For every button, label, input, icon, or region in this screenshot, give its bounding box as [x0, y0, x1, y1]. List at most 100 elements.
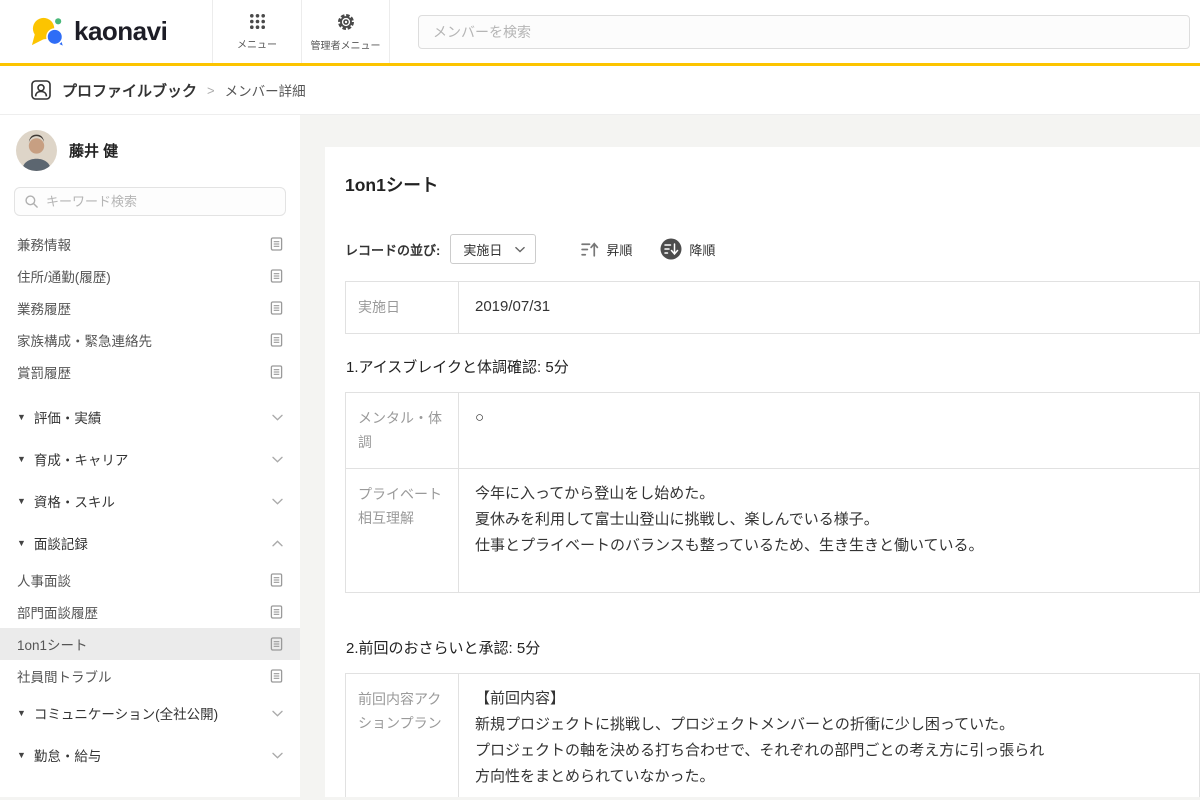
member-avatar[interactable] — [16, 130, 57, 171]
field-label: 実施日 — [346, 282, 459, 334]
record-section2-table: 前回内容アクションプラン 【前回内容】 新規プロジェクトに挑戦し、プロジェクトメ… — [345, 673, 1200, 798]
field-value: 2019/07/31 — [459, 282, 1200, 334]
sidebar-groups: ▼評価・実績 ▼育成・キャリア ▼資格・スキル ▼面談記録 人事面談 — [0, 396, 300, 776]
chevron-down-icon — [272, 710, 283, 717]
sidebar-group-label: 勤怠・給与 — [34, 745, 102, 765]
sidebar-group-communication[interactable]: ▼ コミュニケーション(全社公開) — [0, 692, 300, 734]
sidebar-item-label: 人事面談 — [17, 570, 71, 590]
sidebar-group-shikaku[interactable]: ▼ 資格・スキル — [0, 480, 300, 522]
sidebar-group-kintai[interactable]: ▼勤怠・給与 — [0, 734, 300, 776]
sort-ascending-button[interactable]: 昇順 — [580, 240, 632, 259]
document-icon — [270, 668, 283, 684]
sidebar: 藤井 健 兼務情報 住所/通勤(履歴) 業務履歴 — [0, 115, 300, 797]
breadcrumb: プロファイルブック > メンバー詳細 — [0, 66, 1200, 115]
menu-button-label: メニュー — [237, 36, 277, 51]
field-value: ○ — [459, 392, 1200, 468]
sidebar-group-mendan[interactable]: ▼ 面談記録 — [0, 522, 300, 564]
sort-controls: レコードの並び: 実施日 昇順 — [345, 234, 1200, 264]
record-date-table: 実施日 2019/07/31 — [345, 281, 1200, 334]
section-title: 1.アイスブレイクと体調確認: 5分 — [346, 356, 1200, 377]
document-icon — [270, 332, 283, 348]
member-search — [390, 0, 1200, 63]
sidebar-item-label: 家族構成・緊急連絡先 — [17, 330, 152, 350]
sidebar-item-1on1-sheet[interactable]: 1on1シート — [0, 628, 300, 660]
sidebar-item-label: 兼務情報 — [17, 234, 71, 254]
sidebar-group-label: 面談記録 — [34, 533, 88, 553]
admin-menu-button-label: 管理者メニュー — [311, 37, 381, 52]
sort-ascending-label: 昇順 — [606, 240, 632, 259]
sidebar-group-label: 育成・キャリア — [34, 449, 129, 469]
avatar-photo — [16, 130, 57, 171]
triangle-icon: ▼ — [17, 496, 26, 506]
sidebar-search — [14, 187, 286, 216]
chevron-down-icon — [272, 752, 283, 759]
interview-sublist: 人事面談 部門面談履歴 1on1シート 社員間トラブル — [0, 564, 300, 692]
logo-text: kaonavi — [74, 16, 167, 47]
member-search-input[interactable] — [418, 15, 1190, 49]
document-icon — [270, 236, 283, 252]
sidebar-item-label: 業務履歴 — [17, 298, 71, 318]
chevron-down-icon — [272, 414, 283, 421]
field-value: 今年に入ってから登山をし始めた。 夏休みを利用して富士山登山に挑戦し、楽しんでい… — [459, 468, 1200, 592]
sort-descending-label: 降順 — [689, 240, 715, 259]
admin-menu-button[interactable]: 管理者メニュー — [301, 0, 390, 63]
sort-descending-button[interactable]: 降順 — [660, 238, 715, 260]
sidebar-item-label: 部門面談履歴 — [17, 602, 98, 622]
triangle-icon: ▼ — [17, 538, 26, 548]
sidebar-group-label: 資格・スキル — [34, 491, 115, 511]
sidebar-group-label: コミュニケーション(全社公開) — [34, 703, 218, 723]
kaonavi-logo-icon — [28, 15, 65, 48]
sort-label: レコードの並び: — [345, 240, 440, 259]
chevron-up-icon — [272, 540, 283, 547]
triangle-icon: ▼ — [17, 412, 26, 422]
chevron-down-icon — [515, 246, 525, 253]
content-area: 藤井 健 兼務情報 住所/通勤(履歴) 業務履歴 — [0, 115, 1200, 797]
sidebar-item-shain-trouble[interactable]: 社員間トラブル — [0, 660, 300, 692]
sidebar-item-jinji-mendan[interactable]: 人事面談 — [0, 564, 300, 596]
app-logo[interactable]: kaonavi — [0, 0, 212, 63]
search-icon — [24, 194, 39, 209]
sort-key-value: 実施日 — [463, 240, 502, 259]
grid-menu-icon — [248, 12, 267, 31]
sheet-title: 1on1シート — [325, 147, 1200, 197]
field-label: プライベート相互理解 — [346, 468, 459, 592]
profilebook-icon — [30, 79, 52, 101]
document-icon — [270, 636, 283, 652]
main-panel: 1on1シート レコードの並び: 実施日 昇順 — [300, 115, 1200, 797]
document-icon — [270, 268, 283, 284]
breadcrumb-root[interactable]: プロファイルブック — [62, 80, 197, 101]
sort-key-select[interactable]: 実施日 — [450, 234, 536, 264]
sidebar-group-label: 評価・実績 — [34, 407, 102, 427]
sidebar-item[interactable]: 業務履歴 — [0, 292, 300, 324]
table-row: メンタル・体調 ○ — [346, 392, 1200, 468]
member-name: 藤井 健 — [69, 140, 118, 161]
triangle-icon: ▼ — [17, 708, 26, 718]
sidebar-group-hyouka[interactable]: ▼ 評価・実績 — [0, 396, 300, 438]
field-value: 【前回内容】 新規プロジェクトに挑戦し、プロジェクトメンバーとの折衝に少し困って… — [459, 673, 1200, 797]
sidebar-item[interactable]: 住所/通勤(履歴) — [0, 260, 300, 292]
table-row: プライベート相互理解 今年に入ってから登山をし始めた。 夏休みを利用して富士山登… — [346, 468, 1200, 592]
sidebar-item-bumon-mendan[interactable]: 部門面談履歴 — [0, 596, 300, 628]
chevron-down-icon — [272, 498, 283, 505]
sidebar-group-ikusei[interactable]: ▼育成・キャリア — [0, 438, 300, 480]
sidebar-item-label: 住所/通勤(履歴) — [17, 266, 111, 286]
menu-button[interactable]: メニュー — [212, 0, 301, 63]
breadcrumb-current: メンバー詳細 — [225, 80, 306, 100]
field-label: 前回内容アクションプラン — [346, 673, 459, 797]
sidebar-item[interactable]: 家族構成・緊急連絡先 — [0, 324, 300, 356]
document-icon — [270, 300, 283, 316]
record-section1-table: メンタル・体調 ○ プライベート相互理解 今年に入ってから登山をし始めた。 夏休… — [345, 392, 1200, 593]
sidebar-item-label: 社員間トラブル — [17, 666, 112, 686]
keyword-search-input[interactable] — [14, 187, 286, 216]
document-icon — [270, 572, 283, 588]
field-label: メンタル・体調 — [346, 392, 459, 468]
sidebar-item[interactable]: 賞罰履歴 — [0, 356, 300, 388]
sort-descending-icon — [660, 238, 682, 260]
document-icon — [270, 604, 283, 620]
section-title: 2.前回のおさらいと承認: 5分 — [346, 637, 1200, 658]
sidebar-item[interactable]: 兼務情報 — [0, 228, 300, 260]
document-icon — [270, 364, 283, 380]
chevron-down-icon — [272, 456, 283, 463]
sort-ascending-icon — [580, 240, 599, 259]
sidebar-sheet-list: 兼務情報 住所/通勤(履歴) 業務履歴 家族構成・緊急連絡先 賞罰履歴 — [0, 228, 300, 388]
